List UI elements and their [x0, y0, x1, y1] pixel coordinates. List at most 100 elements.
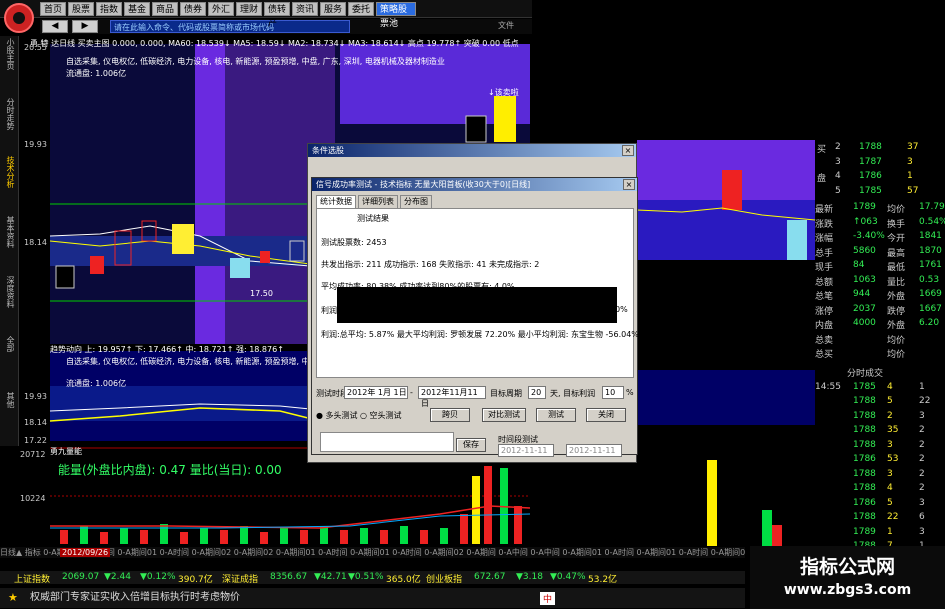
sidebar-tab-6[interactable]: 其他 [1, 392, 18, 408]
back-arrow-icon[interactable]: ◀ [42, 20, 68, 33]
quote-cell: 17.79 [919, 202, 945, 212]
quote-cell: 0.54% [919, 216, 945, 227]
nav-item-12[interactable]: 策略股票池 [376, 2, 416, 29]
quote-cell: 1789 [853, 202, 876, 212]
sidebar-tab-0[interactable]: 小股主页 [1, 38, 18, 70]
quote-cell: 1788 [853, 439, 876, 450]
range-end-field[interactable]: 2012-11-11 [566, 444, 622, 457]
volume-bar [180, 532, 188, 544]
quote-cell: 37 [907, 142, 919, 152]
input-method-indicator[interactable]: 中 [540, 592, 556, 605]
quote-row: 1788 35 2 [815, 425, 945, 439]
sidebar-tab-5[interactable]: 全部 [1, 336, 18, 352]
notes-field[interactable] [320, 432, 454, 452]
volume-ratio-label: 能量(外盘比内盘): 0.47 量比(当日): 0.00 [58, 463, 282, 477]
quote-cell: 944 [853, 289, 871, 299]
nav-item-9[interactable]: 资讯 [292, 2, 318, 16]
index-cell: 390.7亿 [178, 575, 213, 585]
end-date-field[interactable]: 2012年11月11日 [418, 386, 486, 408]
nav-item-0[interactable]: 首页 [40, 2, 66, 16]
sidebar-tab-4[interactable]: 深度资料 [1, 276, 18, 308]
forward-arrow-icon[interactable]: ▶ [72, 20, 98, 33]
prev-button[interactable]: 跨贝 [430, 408, 470, 422]
nav-item-10[interactable]: 服务 [320, 2, 346, 16]
start-date-field[interactable]: 2012年 1月 1日 [344, 386, 408, 399]
quote-cell: 最低 [887, 263, 906, 273]
quote-row: 1788 5 22 [815, 396, 945, 410]
sidebar-tab-2[interactable]: 技术分析 [1, 156, 18, 188]
index-cell[interactable]: 上证指数 [14, 572, 50, 585]
nav-item-8[interactable]: 债转产 [264, 2, 290, 29]
sidebar-tab-3[interactable]: 基本资料 [1, 216, 18, 248]
watermark-title: 指标公式网 [799, 556, 895, 578]
nav-item-5[interactable]: 债券 [180, 2, 206, 16]
quote-row: 1788 2 3 [815, 411, 945, 425]
quote-cell: 14:55 [815, 381, 841, 392]
quote-cell: 现手 [815, 263, 834, 273]
volume-bar [300, 530, 308, 544]
nav-item-7[interactable]: 理财 [236, 2, 262, 16]
close-icon[interactable]: × [623, 179, 635, 190]
quote-row: 买 2 1788 37 [815, 142, 945, 156]
range-start-field[interactable]: 2012-11-11 [498, 444, 554, 457]
tab-detail-list[interactable]: 详细列表 [358, 195, 398, 208]
index-row: 上证指数 2069.07 ▼2.44 ▼0.12% 390.7亿 深证成指 8356.67 ▼… [0, 571, 745, 585]
quote-cell: 2 [919, 483, 925, 493]
target-period-field[interactable]: 20 [528, 386, 546, 399]
quote-cell: 2 [887, 410, 893, 421]
quote-cell: 6.20 [919, 318, 940, 328]
target-profit-field[interactable]: 10 [602, 386, 624, 399]
quote-row: 1788 3 2 [815, 440, 945, 454]
quote-cell: 1761 [919, 260, 942, 270]
quote-row: 1786 5 3 [815, 498, 945, 512]
backtest-dialog: 信号成功率测试 - 技术指标 无量大阳首板(收30大于0)[日线] × 统计数据… [311, 177, 639, 457]
volume-bar [380, 530, 388, 544]
save-button[interactable]: 保存 [456, 438, 486, 452]
volume-bar [400, 526, 408, 544]
quote-row: 总卖 均价 [815, 333, 945, 347]
sidebar-tab-1[interactable]: 分时走势 [1, 98, 18, 130]
index-cell[interactable]: 创业板指 [426, 572, 462, 585]
quote-cell: 1 [907, 171, 913, 181]
quote-row: 总手 5860 最高 1870 [815, 246, 945, 260]
radio-multi[interactable]: ● 多头测试 [316, 410, 358, 421]
volume-bar [140, 530, 148, 544]
quote-cell: 5 [887, 396, 893, 406]
tab-statistics[interactable]: 统计数据 [316, 195, 356, 208]
nav-item-4[interactable]: 商品 [152, 2, 178, 16]
news-ticker[interactable]: 权威部门专家证实收入倍增目标执行时考虑物价 [0, 588, 745, 608]
nav-item-1[interactable]: 股票 [68, 2, 94, 16]
quote-cell: 1786 [853, 497, 876, 508]
quote-cell: 涨停 [815, 306, 834, 317]
quote-cell: 5 [835, 185, 841, 196]
quote-cell: 35 [887, 425, 899, 435]
radio-empty[interactable]: ○ 空头测试 [360, 410, 402, 421]
index-cell: 365.0亿 [386, 575, 421, 585]
backtest-title: 信号成功率测试 - 技术指标 无量大阳首板(收30大于0)[日线] [312, 178, 637, 191]
index-cell[interactable]: 深证成指 [222, 572, 258, 585]
index-cell: 53.2亿 [588, 575, 618, 585]
quote-cell: 量比 [887, 277, 906, 288]
nav-item-11[interactable]: 委托 [348, 2, 374, 16]
volume-bar [320, 526, 328, 544]
quote-row: 现手 84 最低 1761 [815, 260, 945, 274]
indicator-tab-row[interactable]: 日线▲ 指标 0-A期间01 0-A时间 0-A期间01 0-A时间 0-A期间… [0, 547, 745, 558]
nav-item-2[interactable]: 指数 [96, 2, 122, 16]
quote-cell: 买 [817, 145, 827, 155]
compare-test-button[interactable]: 对比测试 [482, 408, 526, 422]
star-icon: ★ [8, 591, 18, 604]
close-icon[interactable]: × [622, 145, 634, 156]
command-search-input[interactable]: 请在此输入命令、代码或股票简称或市场代码 [110, 20, 350, 33]
volume-bar [472, 476, 480, 544]
nav-item-6[interactable]: 外汇 [208, 2, 234, 16]
quote-cell: 换手 [887, 219, 906, 230]
volume-bar [160, 524, 168, 544]
date-cursor-label: 2012/09/26 [60, 548, 111, 557]
close-button[interactable]: 关闭 [586, 408, 626, 422]
file-menu[interactable]: 文件 [498, 20, 514, 31]
tab-distribution[interactable]: 分布图 [400, 195, 432, 208]
quote-row: 5 1785 57 [815, 186, 945, 200]
test-button[interactable]: 测试 [536, 408, 576, 422]
volume-bar [220, 530, 228, 544]
nav-item-3[interactable]: 基金 [124, 2, 150, 16]
